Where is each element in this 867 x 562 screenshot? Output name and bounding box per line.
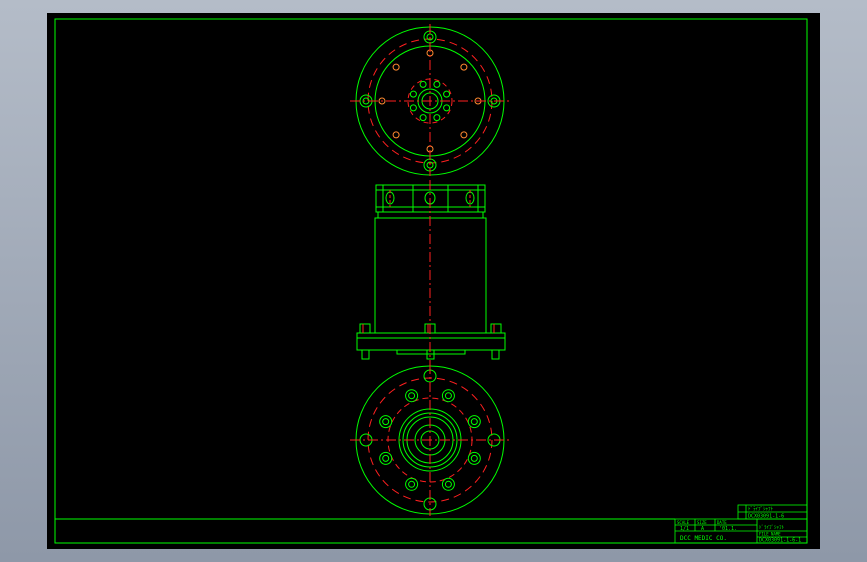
title-value-size: A (701, 526, 704, 532)
bolt-hole (392, 63, 400, 71)
bolt-hole (409, 104, 417, 112)
file-name-label: FILE NAME (759, 532, 781, 537)
bolt-hole (408, 392, 416, 400)
bolt-hole (419, 114, 427, 122)
bolt-hole (379, 451, 393, 465)
bolt-hole (433, 80, 441, 88)
bottom-view (350, 364, 510, 516)
bolt-hole (444, 392, 452, 400)
bolt-hole (405, 477, 419, 491)
bolt-hole (441, 389, 455, 403)
title-upper-row1: ﾄﾞﾗｲﾌﾞｼｬﾌﾄ (748, 506, 774, 513)
bolt-hole (382, 454, 390, 462)
side-view (356, 180, 506, 365)
bolt-hole (460, 63, 468, 71)
bolt-hole (392, 131, 400, 139)
bolt-hole (379, 415, 393, 429)
bolt-hole (405, 389, 419, 403)
bolt-hole (467, 451, 481, 465)
title-value-date: '01.1. (719, 526, 737, 532)
bolt-hole (460, 131, 468, 139)
bolt-hole (470, 454, 478, 462)
title-upper-row2: DCX03091-1-6 (748, 514, 784, 520)
bolt-hole (467, 415, 481, 429)
bolt-hole (408, 480, 416, 488)
bolt-hole (419, 80, 427, 88)
bolt-hole (470, 418, 478, 426)
cad-viewport[interactable]: ﾄﾞﾗｲﾌﾞｼｬﾌﾄ DCX03091-1-6 SCALE SIZE DATE … (0, 0, 867, 562)
title-label-size: SIZE (697, 520, 707, 525)
bolt-hole (441, 477, 455, 491)
part-name: ﾄﾞﾗｲﾌﾞｼｬﾌﾄ (759, 524, 785, 531)
top-view (350, 24, 510, 176)
title-label-date: DATE (717, 520, 727, 525)
drawing-sheet: ﾄﾞﾗｲﾌﾞｼｬﾌﾄ DCX03091-1-6 SCALE SIZE DATE … (47, 13, 820, 549)
bolt-hole (433, 114, 441, 122)
bolt-hole (443, 104, 451, 112)
title-value-scale: 1/1 (680, 526, 689, 532)
sheet-border (54, 18, 808, 544)
bolt-hole (443, 90, 451, 98)
bolt-hole (409, 90, 417, 98)
company-name: DCC MEDIC CO. (680, 535, 727, 542)
file-name: DCX03091-1-6-1 (759, 538, 801, 544)
title-label-scale: SCALE (677, 520, 690, 525)
bolt-hole (444, 480, 452, 488)
drawing-canvas: ﾄﾞﾗｲﾌﾞｼｬﾌﾄ DCX03091-1-6 SCALE SIZE DATE … (54, 18, 808, 544)
bolt-hole (382, 418, 390, 426)
